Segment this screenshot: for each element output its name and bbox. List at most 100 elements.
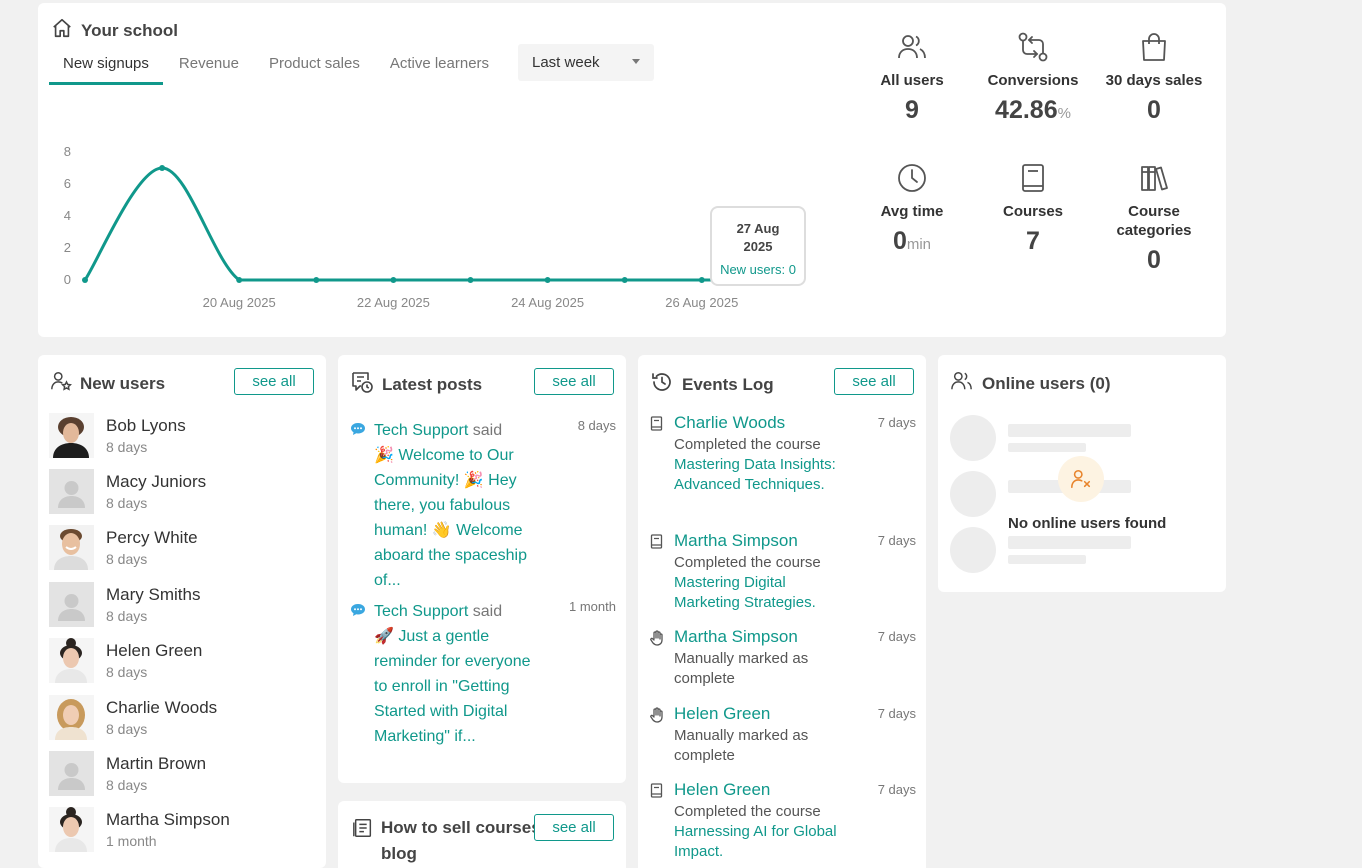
y-tick-label: 8 — [64, 144, 71, 159]
stat-label: 30 days sales — [1105, 72, 1203, 89]
event-user[interactable]: Helen Green — [674, 779, 844, 801]
data-point[interactable] — [621, 277, 628, 283]
stat-label: All users — [880, 72, 944, 89]
empty-state-text: No online users found — [1008, 515, 1167, 532]
data-point[interactable] — [390, 277, 397, 283]
event-action: Manually marked as complete — [674, 650, 809, 687]
stat-conversions: Conversions 42.86% — [973, 29, 1093, 125]
library-icon — [1094, 160, 1214, 196]
user-list-item[interactable]: Helen Green 8 days — [49, 638, 202, 684]
data-point[interactable] — [544, 277, 551, 283]
user-joined: 8 days — [106, 438, 148, 455]
event-user[interactable]: Helen Green — [674, 703, 844, 725]
post-excerpt[interactable]: 🚀 Just a gentle reminder for everyone to… — [374, 624, 539, 749]
tooltip-value: New users: 0 — [720, 262, 796, 277]
post-author[interactable]: Tech Support — [374, 422, 468, 439]
user-name[interactable]: Helen Green — [106, 641, 202, 661]
avatar — [49, 581, 94, 627]
post-author[interactable]: Tech Support — [374, 603, 468, 620]
user-name[interactable]: Bob Lyons — [106, 416, 186, 436]
event-item: Helen Green Manually marked as complete 7 … — [650, 703, 916, 766]
see-all-button[interactable]: see all — [534, 368, 614, 395]
stat-value: 0 — [1147, 96, 1161, 124]
chart-tooltip: 27 Aug 2025 New users: 0 — [710, 206, 806, 286]
user-info: Percy White 8 days — [106, 528, 198, 567]
user-x-icon — [1058, 456, 1104, 502]
panel-header: Events Log — [650, 370, 774, 399]
user-name[interactable]: Percy White — [106, 528, 198, 548]
see-all-button[interactable]: see all — [234, 368, 314, 395]
user-name[interactable]: Martin Brown — [106, 754, 206, 774]
user-list-item[interactable]: Martin Brown 8 days — [49, 750, 206, 796]
stat-30-days-sales: 30 days sales 0 — [1094, 29, 1214, 125]
avatar — [49, 412, 94, 458]
event-item: Charlie Woods Completed the course Masteri… — [650, 412, 916, 495]
user-list-item[interactable]: Martha Simpson 1 month — [49, 807, 230, 853]
panel-title: How to sell courses blog — [381, 818, 541, 863]
book-icon — [973, 160, 1093, 196]
event-user[interactable]: Charlie Woods — [674, 412, 844, 434]
data-point[interactable] — [236, 277, 243, 283]
x-tick-label: 20 Aug 2025 — [203, 295, 276, 310]
event-body: Martha Simpson Completed the course Master… — [674, 530, 844, 613]
user-list-item[interactable]: Mary Smiths 8 days — [49, 581, 200, 627]
signups-line — [83, 166, 779, 282]
user-joined: 8 days — [106, 494, 148, 511]
hand-icon — [650, 707, 665, 728]
book-icon — [650, 534, 663, 554]
stat-value: 7 — [1026, 227, 1040, 255]
y-tick-label: 4 — [64, 208, 71, 223]
event-item: Helen Green Completed the course Harnessin… — [650, 779, 916, 862]
see-all-button[interactable]: see all — [534, 814, 614, 841]
data-point[interactable] — [82, 277, 88, 283]
event-user[interactable]: Martha Simpson — [674, 626, 844, 648]
post-item[interactable]: Tech Support said 🚀 Just a gentle remind… — [350, 599, 616, 749]
stat-unit: min — [906, 236, 932, 253]
user-list-item[interactable]: Percy White 8 days — [49, 525, 198, 571]
data-point[interactable] — [159, 165, 166, 171]
user-joined: 8 days — [106, 607, 148, 624]
school-overview-card: Your school New signups Revenue Product … — [38, 3, 1226, 337]
event-item: Martha Simpson Manually marked as complet… — [650, 626, 916, 689]
book-icon — [650, 783, 663, 803]
stat-number: 0 — [892, 227, 907, 255]
post-excerpt[interactable]: 🎉 Welcome to Our Community! 🎉 Hey there,… — [374, 443, 539, 593]
user-name[interactable]: Martha Simpson — [106, 810, 230, 830]
event-body: Helen Green Manually marked as complete — [674, 703, 844, 766]
stat-value: 9 — [905, 96, 919, 124]
post-item[interactable]: Tech Support said 🎉 Welcome to Our Commu… — [350, 418, 616, 593]
data-point[interactable] — [467, 277, 474, 283]
user-list-item[interactable]: Macy Juniors 8 days — [49, 468, 206, 514]
users-icon — [950, 370, 974, 397]
event-time: 7 days — [877, 629, 916, 644]
event-item: Martha Simpson Completed the course Master… — [650, 530, 916, 613]
user-name[interactable]: Mary Smiths — [106, 585, 200, 605]
data-point[interactable] — [313, 277, 320, 283]
avatar — [49, 694, 94, 740]
hand-icon — [650, 630, 665, 651]
chat-clock-icon — [350, 370, 374, 399]
data-point[interactable] — [698, 277, 705, 283]
user-joined: 8 days — [106, 720, 148, 737]
user-name[interactable]: Macy Juniors — [106, 472, 206, 492]
how-to-sell-panel: How to sell courses blog see all — [338, 801, 626, 868]
event-course[interactable]: Mastering Digital Marketing Strategies. — [674, 573, 844, 613]
event-course[interactable]: Mastering Data Insights: Advanced Techni… — [674, 455, 844, 495]
user-list-item[interactable]: Bob Lyons 8 days — [49, 412, 186, 458]
clock-icon — [852, 160, 972, 196]
signups-chart: 0 2 4 6 8 20 Aug 2025 22 Aug 2025 24 Aug 2025 26… — [64, 144, 782, 310]
panel-header: Online users (0) — [950, 370, 1110, 397]
post-said: said — [472, 422, 503, 439]
user-info: Helen Green 8 days — [106, 641, 202, 680]
event-action: Completed the course — [674, 436, 821, 453]
user-name[interactable]: Charlie Woods — [106, 698, 217, 718]
see-all-button[interactable]: see all — [834, 368, 914, 395]
post-time: 1 month — [569, 599, 616, 614]
new-users-panel: New users see all Bob Lyons 8 days Macy Ju… — [38, 355, 326, 868]
user-list-item[interactable]: Charlie Woods 8 days — [49, 694, 217, 740]
chat-bubble-icon — [350, 422, 366, 441]
event-user[interactable]: Martha Simpson — [674, 530, 844, 552]
stat-unit: % — [1057, 105, 1071, 122]
user-info: Macy Juniors 8 days — [106, 472, 206, 511]
event-course[interactable]: Harnessing AI for Global Impact. — [674, 822, 844, 862]
